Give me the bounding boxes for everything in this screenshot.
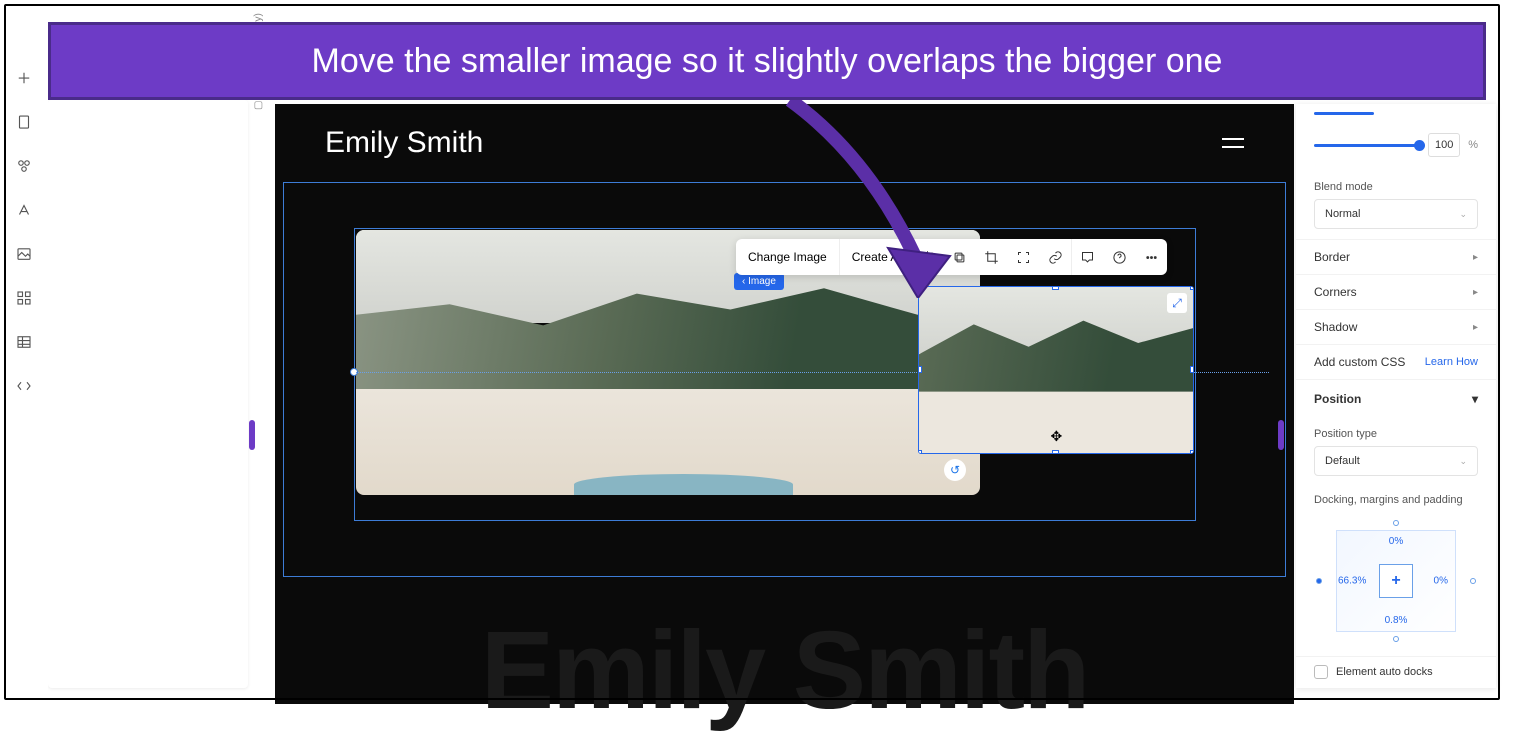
- editor-canvas[interactable]: Emily Smith ↺ Change Image Create A ‹: [275, 104, 1294, 704]
- collapse-icon: ▾: [1472, 392, 1478, 406]
- custom-css-row: Add custom CSS Learn How: [1296, 344, 1496, 379]
- blend-mode-field: Blend mode Normal ⌄: [1296, 171, 1496, 239]
- add-icon[interactable]: [14, 68, 34, 88]
- position-type-label: Position type: [1314, 428, 1478, 440]
- chevron-down-icon: ⌄: [1459, 209, 1467, 220]
- chevron-right-icon: ▸: [1473, 252, 1478, 263]
- change-image-button[interactable]: Change Image: [736, 239, 840, 275]
- undo-icon[interactable]: ↺: [944, 459, 966, 481]
- margin-left-value[interactable]: 66.3%: [1338, 576, 1366, 587]
- resize-handle[interactable]: [1190, 366, 1194, 373]
- frame-icon[interactable]: [1007, 239, 1039, 275]
- position-type-field: Position type Default ⌄: [1296, 418, 1496, 486]
- instruction-text: Move the smaller image so it slightly ov…: [312, 42, 1223, 81]
- text-icon[interactable]: [14, 200, 34, 220]
- chevron-down-icon: ⌄: [1459, 456, 1467, 467]
- resize-handle[interactable]: [1190, 286, 1194, 290]
- auto-docks-checkbox[interactable]: [1314, 665, 1328, 679]
- resize-handle[interactable]: [1052, 286, 1059, 290]
- help-icon[interactable]: [1103, 239, 1135, 275]
- left-accent-handle[interactable]: [249, 420, 255, 450]
- shadow-row[interactable]: Shadow▸: [1296, 309, 1496, 344]
- docking-label: Docking, margins and padding: [1296, 486, 1496, 510]
- more-icon[interactable]: [1135, 239, 1167, 275]
- resize-handle[interactable]: [918, 366, 922, 373]
- sections-icon[interactable]: [14, 288, 34, 308]
- element-toolbar: Change Image Create A: [736, 239, 1167, 275]
- menu-icon[interactable]: [1222, 138, 1244, 148]
- right-accent-handle[interactable]: [1278, 420, 1284, 450]
- design-panel: 100 % Blend mode Normal ⌄ Border▸ Corner…: [1296, 104, 1496, 688]
- resize-handle[interactable]: [1052, 450, 1059, 454]
- chevron-right-icon: ▸: [1473, 322, 1478, 333]
- opacity-slider[interactable]: [1314, 144, 1420, 147]
- dock-point-top[interactable]: [1393, 520, 1399, 526]
- docking-diagram[interactable]: 0% 0.8% 66.3% 0% +: [1314, 516, 1478, 646]
- corners-row[interactable]: Corners▸: [1296, 274, 1496, 309]
- margin-right-value[interactable]: 0%: [1434, 576, 1448, 587]
- table-icon[interactable]: [14, 332, 34, 352]
- opacity-value[interactable]: 100: [1428, 133, 1460, 157]
- opacity-control: 100 %: [1296, 115, 1496, 171]
- create-ai-button[interactable]: Create A: [840, 239, 912, 275]
- margin-bottom-value[interactable]: 0.8%: [1385, 615, 1408, 626]
- hero-large-text: Emily Smith: [275, 607, 1294, 734]
- hero-section[interactable]: ↺ Change Image Create A ‹ Image ⤢ ✥: [283, 182, 1286, 577]
- settings-icon[interactable]: [911, 239, 943, 275]
- expand-icon[interactable]: ⤢: [1167, 293, 1187, 313]
- blend-mode-select[interactable]: Normal ⌄: [1314, 199, 1478, 229]
- position-section-header[interactable]: Position ▾: [1296, 379, 1496, 418]
- resize-handle[interactable]: [918, 286, 922, 290]
- custom-css-label: Add custom CSS: [1314, 355, 1405, 369]
- auto-docks-label: Element auto docks: [1336, 666, 1433, 678]
- auto-docks-row[interactable]: Element auto docks: [1296, 656, 1496, 687]
- dock-center[interactable]: +: [1379, 564, 1413, 598]
- learn-how-link[interactable]: Learn How: [1425, 356, 1478, 368]
- desktop-icon: ▢: [253, 101, 264, 110]
- site-header: Emily Smith: [275, 104, 1294, 182]
- site-title: Emily Smith: [325, 126, 483, 160]
- left-panel: [48, 100, 248, 688]
- resize-handle[interactable]: [918, 450, 922, 454]
- shapes-icon[interactable]: [14, 156, 34, 176]
- link-icon[interactable]: [1039, 239, 1071, 275]
- margin-top-value[interactable]: 0%: [1389, 536, 1403, 547]
- element-type-chip[interactable]: ‹ Image: [734, 273, 784, 290]
- blend-mode-label: Blend mode: [1314, 181, 1478, 193]
- dock-point-left[interactable]: [1316, 578, 1322, 584]
- resize-handle[interactable]: [1190, 450, 1194, 454]
- position-type-select[interactable]: Default ⌄: [1314, 446, 1478, 476]
- comment-icon[interactable]: [1071, 239, 1103, 275]
- border-row[interactable]: Border▸: [1296, 239, 1496, 274]
- duplicate-icon[interactable]: [943, 239, 975, 275]
- instruction-banner: Move the smaller image so it slightly ov…: [48, 22, 1486, 100]
- left-tool-rail: [0, 46, 48, 704]
- code-icon[interactable]: [14, 376, 34, 396]
- opacity-unit: %: [1468, 139, 1478, 151]
- small-overlay-image[interactable]: ⤢ ✥: [918, 286, 1194, 454]
- dock-point-right[interactable]: [1470, 578, 1476, 584]
- move-cursor-icon: ✥: [1051, 428, 1063, 445]
- page-icon[interactable]: [14, 112, 34, 132]
- image-icon[interactable]: [14, 244, 34, 264]
- chevron-right-icon: ▸: [1473, 287, 1478, 298]
- dock-point-bottom[interactable]: [1393, 636, 1399, 642]
- slider-thumb[interactable]: [1414, 140, 1425, 151]
- crop-icon[interactable]: [975, 239, 1007, 275]
